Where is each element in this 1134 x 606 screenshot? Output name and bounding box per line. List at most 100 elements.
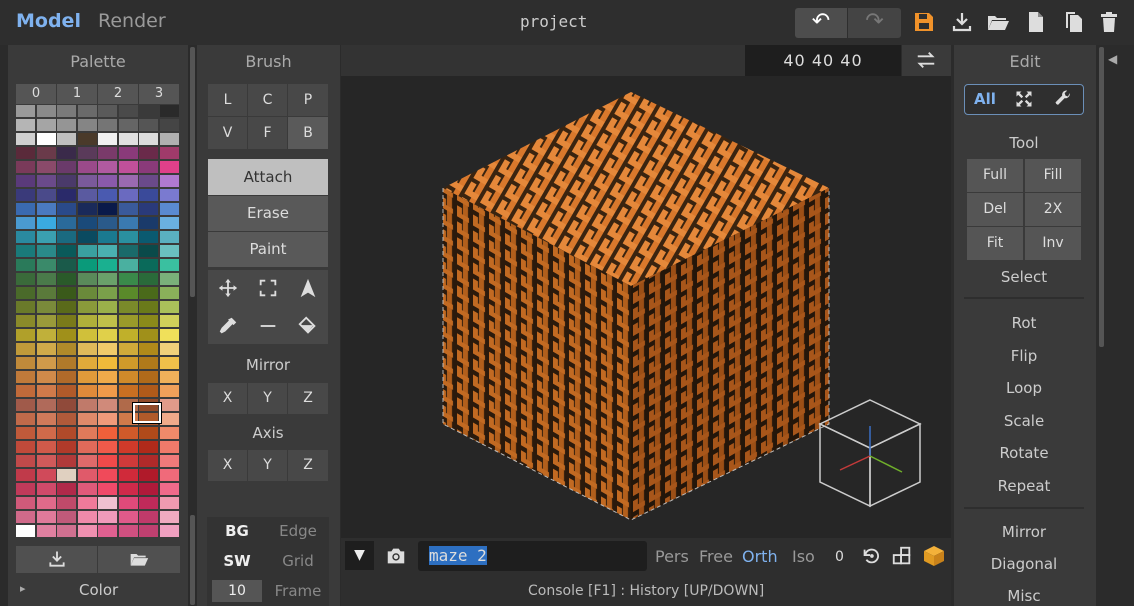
palette-swatch[interactable] xyxy=(16,399,35,411)
palette-swatch[interactable] xyxy=(118,133,138,145)
palette-swatch[interactable] xyxy=(118,203,138,215)
palette-swatch[interactable] xyxy=(57,287,76,299)
palette-swatch[interactable] xyxy=(98,217,117,229)
palette-swatch[interactable] xyxy=(139,441,158,453)
palette-swatch[interactable] xyxy=(16,287,35,299)
palette-swatch[interactable] xyxy=(36,469,56,481)
palette-swatch[interactable] xyxy=(159,203,179,215)
brush-box-button[interactable]: B xyxy=(288,117,328,149)
palette-swatch[interactable] xyxy=(57,441,76,453)
swap-button[interactable] xyxy=(902,45,951,76)
palette-swatch[interactable] xyxy=(159,469,179,481)
palette-swatch[interactable] xyxy=(139,371,158,383)
palette-swatch[interactable] xyxy=(36,287,56,299)
palette-swatch[interactable] xyxy=(118,273,138,285)
select-box-icon[interactable] xyxy=(257,277,279,299)
folder-open-icon[interactable] xyxy=(986,10,1010,34)
palette-swatch[interactable] xyxy=(57,175,76,187)
view-iso[interactable]: Iso xyxy=(792,547,815,566)
view-pers[interactable]: Pers xyxy=(655,547,689,566)
palette-swatch[interactable] xyxy=(77,455,97,467)
mode-attach-button[interactable]: Attach xyxy=(208,159,328,195)
palette-swatch[interactable] xyxy=(77,357,97,369)
download-icon[interactable] xyxy=(950,10,974,34)
palette-swatch[interactable] xyxy=(16,175,35,187)
console-hint[interactable]: Console [F1] : History [UP/DOWN] xyxy=(528,583,764,599)
palette-swatch[interactable] xyxy=(159,385,179,397)
palette-swatch[interactable] xyxy=(159,427,179,439)
palette-swatch[interactable] xyxy=(36,455,56,467)
palette-swatch[interactable] xyxy=(139,175,158,187)
tool-2x-button[interactable]: 2X xyxy=(1025,193,1081,226)
palette-swatch[interactable] xyxy=(159,497,179,509)
palette-open-button[interactable] xyxy=(98,546,180,573)
palette-swatch[interactable] xyxy=(118,119,138,131)
op-repeat[interactable]: Repeat xyxy=(964,477,1084,495)
palette-swatch[interactable] xyxy=(36,371,56,383)
tool-del-button[interactable]: Del xyxy=(967,193,1023,226)
palette-swatch[interactable] xyxy=(16,497,35,509)
palette-swatch[interactable] xyxy=(139,427,158,439)
palette-swatch[interactable] xyxy=(118,385,138,397)
palette-swatch[interactable] xyxy=(57,385,76,397)
palette-swatch[interactable] xyxy=(139,455,158,467)
palette-swatch[interactable] xyxy=(118,259,138,271)
palette-swatch[interactable] xyxy=(139,525,158,537)
palette-swatch[interactable] xyxy=(16,273,35,285)
palette-swatch[interactable] xyxy=(16,119,35,131)
palette-swatch[interactable] xyxy=(98,161,117,173)
palette-swatch[interactable] xyxy=(36,147,56,159)
palette-swatch[interactable] xyxy=(57,329,76,341)
palette-swatch[interactable] xyxy=(57,497,76,509)
palette-swatch[interactable] xyxy=(57,315,76,327)
palette-swatch[interactable] xyxy=(159,119,179,131)
palette-swatch[interactable] xyxy=(57,231,76,243)
palette-swatch[interactable] xyxy=(57,161,76,173)
tool-fill-button[interactable]: Fill xyxy=(1025,159,1081,192)
palette-swatch[interactable] xyxy=(118,427,138,439)
palette-swatch[interactable] xyxy=(139,329,158,341)
palette-swatch[interactable] xyxy=(98,119,117,131)
op-rot[interactable]: Rot xyxy=(964,314,1084,332)
palette-swatch[interactable] xyxy=(159,441,179,453)
palette-grid[interactable] xyxy=(16,105,180,543)
palette-swatch[interactable] xyxy=(139,511,158,523)
op-rotate[interactable]: Rotate xyxy=(964,444,1084,462)
wrench-icon[interactable] xyxy=(1053,89,1073,109)
palette-swatch[interactable] xyxy=(36,301,56,313)
palette-swatch[interactable] xyxy=(139,343,158,355)
palette-swatch[interactable] xyxy=(159,105,179,117)
edge-toggle[interactable]: Edge xyxy=(273,522,323,540)
palette-swatch[interactable] xyxy=(159,525,179,537)
palette-swatch[interactable] xyxy=(36,329,56,341)
brush-line-button[interactable]: L xyxy=(208,84,247,116)
op-flip[interactable]: Flip xyxy=(964,347,1084,365)
brush-scrollbar[interactable] xyxy=(190,515,195,605)
palette-swatch[interactable] xyxy=(36,189,56,201)
palette-swatch[interactable] xyxy=(16,357,35,369)
palette-swatch[interactable] xyxy=(77,105,97,117)
palette-swatch[interactable] xyxy=(57,511,76,523)
palette-swatch[interactable] xyxy=(16,315,35,327)
palette-swatch[interactable] xyxy=(36,483,56,495)
palette-swatch[interactable] xyxy=(159,217,179,229)
cube-view-icon[interactable] xyxy=(922,544,946,568)
tool-full-button[interactable]: Full xyxy=(967,159,1023,192)
brush-face-button[interactable]: F xyxy=(248,117,287,149)
dropdown-toggle-button[interactable]: ▼ xyxy=(345,541,374,570)
palette-swatch[interactable] xyxy=(139,161,158,173)
palette-swatch[interactable] xyxy=(57,133,76,145)
palette-swatch[interactable] xyxy=(139,259,158,271)
palette-swatch[interactable] xyxy=(36,175,56,187)
palette-swatch[interactable] xyxy=(57,469,76,481)
mirror-y-button[interactable]: Y xyxy=(248,383,287,414)
palette-swatch[interactable] xyxy=(118,231,138,243)
palette-swatch[interactable] xyxy=(98,441,117,453)
palette-swatch[interactable] xyxy=(159,287,179,299)
palette-swatch[interactable] xyxy=(16,469,35,481)
palette-swatch[interactable] xyxy=(77,175,97,187)
palette-swatch[interactable] xyxy=(98,413,117,425)
palette-tab-2[interactable]: 2 xyxy=(98,84,138,104)
grid-toggle[interactable]: Grid xyxy=(273,552,323,570)
palette-swatch[interactable] xyxy=(98,133,117,145)
